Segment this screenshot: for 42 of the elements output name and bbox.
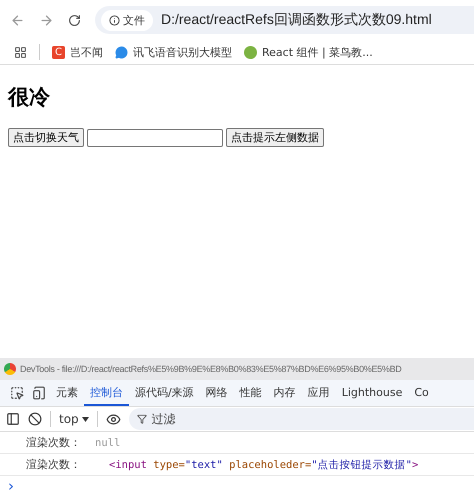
devtools-title: DevTools - file:///D:/react/reactRefs%E5%9B%9E%E8%B0%83%E5%87%BD%E6%95%B0%E5%BD xyxy=(20,364,402,374)
devtools-tab[interactable]: 内存 xyxy=(268,380,302,406)
devtools-tab[interactable]: 性能 xyxy=(234,380,268,406)
context-dropdown[interactable]: top xyxy=(59,412,89,426)
console-value: null xyxy=(95,436,120,448)
eye-icon[interactable] xyxy=(106,412,121,426)
button[interactable]: 点击切换天气 xyxy=(8,128,84,147)
caret-icon xyxy=(82,416,89,422)
devtools-tab[interactable]: Lighthouse xyxy=(336,380,408,406)
console-label: 渲染次数： xyxy=(26,435,81,450)
bookmark-icon xyxy=(244,46,257,58)
devtools-tab[interactable]: 元素 xyxy=(50,380,84,406)
sidebar-icon[interactable] xyxy=(6,412,20,426)
button[interactable]: 点击提示左侧数据 xyxy=(226,128,324,147)
url-text: D:/react/reactRefs回调函数形式次数09.html xyxy=(161,11,432,29)
filter-icon xyxy=(136,414,147,424)
console-label: 渲染次数： xyxy=(26,457,81,472)
device-icon[interactable] xyxy=(32,386,46,400)
address-bar[interactable]: 文件 D:/react/reactRefs回调函数形式次数09.html xyxy=(95,6,474,34)
console-prompt: › xyxy=(7,477,14,495)
devtools-tab[interactable]: 网络 xyxy=(200,380,234,406)
back-icon[interactable] xyxy=(10,12,25,28)
reload-icon[interactable] xyxy=(68,14,81,26)
apps-icon[interactable] xyxy=(14,46,27,58)
devtools-tab[interactable]: 源代码/来源 xyxy=(129,380,200,406)
bookmark[interactable]: React 组件 | 菜鸟教... xyxy=(244,44,373,60)
console-value: <input type="text" placeholeder="点击按钮提示数据"> xyxy=(109,458,418,472)
browser-logo-icon xyxy=(4,363,16,375)
chat-icon xyxy=(115,46,128,58)
forward-icon[interactable] xyxy=(39,12,54,28)
site-info-badge[interactable]: 文件 xyxy=(101,10,153,30)
bookmark[interactable]: C 岂不闻 xyxy=(52,44,103,60)
filter-field[interactable]: 过滤 xyxy=(128,408,474,430)
inspect-icon[interactable] xyxy=(10,386,24,400)
devtools-tab[interactable]: Co xyxy=(408,380,435,406)
devtools-tab[interactable]: 应用 xyxy=(302,380,336,406)
bookmark-icon: C xyxy=(52,46,65,58)
bookmark[interactable]: 讯飞语音识别大模型 xyxy=(115,44,232,60)
input-field[interactable] xyxy=(87,128,223,146)
devtools-tab[interactable]: 控制台 xyxy=(84,380,129,406)
heading: 很冷 xyxy=(8,84,50,111)
clear-icon[interactable] xyxy=(28,412,42,426)
